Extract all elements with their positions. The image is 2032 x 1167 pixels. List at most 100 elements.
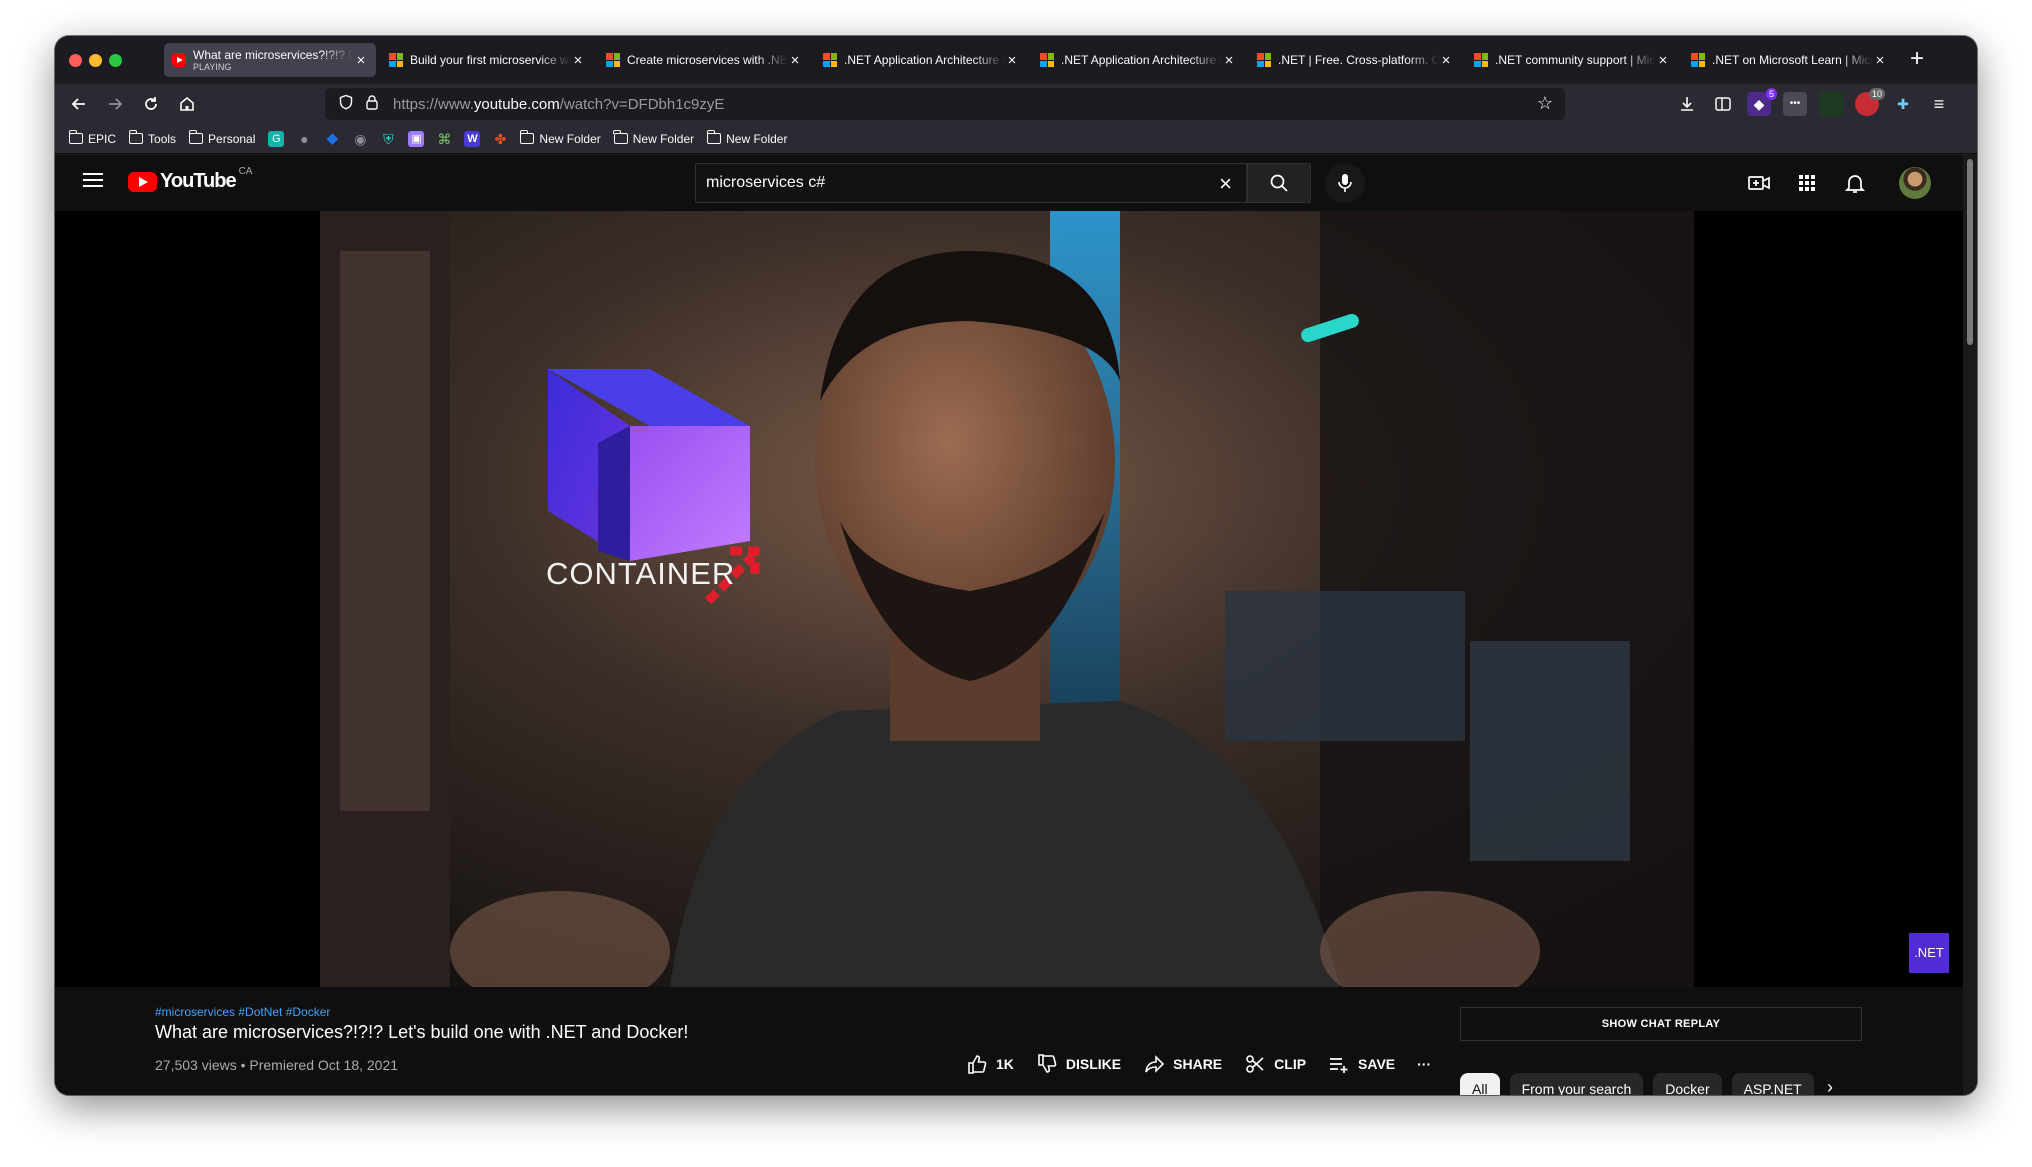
scrollbar-thumb[interactable] [1967, 159, 1973, 345]
clear-search-icon[interactable]: × [1219, 171, 1232, 197]
tab-strip: What are microservices?!?!? Let's build … [55, 36, 1977, 84]
voice-search-button[interactable] [1325, 163, 1365, 203]
video-views-date: 27,503 views • Premiered Oct 18, 2021 [155, 1057, 399, 1073]
notifications-bell-icon[interactable] [1843, 171, 1867, 195]
tab-build-microservice[interactable]: Build your first microservice with .NET … [381, 43, 593, 77]
window-minimize-button[interactable] [89, 54, 102, 67]
sidebar-icon[interactable] [1711, 92, 1735, 116]
bookmark-folder-new-2[interactable]: New Folder [613, 130, 694, 146]
reload-button[interactable] [137, 90, 165, 118]
video-hashtags[interactable]: #microservices #DotNet #Docker [155, 1005, 330, 1019]
folder-icon [68, 130, 83, 144]
dotnet-channel-watermark[interactable]: .NET [1909, 933, 1949, 973]
thumbs-up-icon [968, 1055, 987, 1074]
tab-title: .NET Application Architecture Guides [844, 53, 1005, 67]
bookmark-folder-new-1[interactable]: New Folder [519, 130, 601, 146]
back-button[interactable] [65, 90, 93, 118]
bookmark-folder-epic[interactable]: EPIC [68, 130, 116, 146]
home-button[interactable] [173, 90, 201, 118]
like-button[interactable]: 1K [966, 1053, 1014, 1075]
url-text[interactable]: https://www.youtube.com/watch?v=DFDbh1c9… [393, 96, 724, 113]
navigation-toolbar: https://www.youtube.com/watch?v=DFDbh1c9… [55, 84, 1977, 124]
tab-title: .NET community support | Microsoft [1495, 53, 1656, 67]
ellipsis-extension-icon[interactable]: ••• [1783, 92, 1807, 116]
home-icon [180, 96, 194, 111]
bookmark-figma-icon[interactable]: ✤ [492, 131, 508, 147]
more-actions-button[interactable]: ··· [1417, 1056, 1431, 1072]
adblock-extension-icon[interactable]: 10 [1855, 88, 1885, 116]
tracking-protection-shield-icon[interactable] [335, 94, 357, 114]
tab-manager-extension-icon[interactable]: ◆ 5 [1747, 88, 1777, 116]
youtube-logo[interactable]: YouTube CA [128, 166, 252, 193]
chip-aspnet[interactable]: ASP.NET [1731, 1073, 1814, 1095]
show-chat-replay-button[interactable]: SHOW CHAT REPLAY [1460, 1007, 1862, 1041]
bookmark-purple-icon[interactable]: ▣ [408, 130, 425, 147]
window-maximize-button[interactable] [109, 54, 122, 67]
tab-create-microservices[interactable]: Create microservices with .NET × [598, 43, 810, 77]
downloads-icon[interactable] [1675, 92, 1699, 116]
search-box[interactable]: × [695, 163, 1247, 203]
video-overlay-container-text: CONTAINER [546, 556, 736, 591]
window-close-button[interactable] [69, 54, 82, 67]
chip-from-your-search[interactable]: From your search [1509, 1073, 1644, 1095]
search-button[interactable] [1247, 163, 1311, 203]
bookmark-folder-tools[interactable]: Tools [128, 130, 176, 146]
search-input[interactable] [706, 174, 1186, 192]
tab-dotnet-free[interactable]: .NET | Free. Cross-platform. Open Source… [1249, 43, 1461, 77]
video-actions: 1K DISLIKE SHARE CLIP SAVE ··· [966, 1053, 1453, 1075]
bookmark-folder-new-3[interactable]: New Folder [706, 130, 787, 146]
bookmark-apple-icon[interactable]: ● [296, 131, 312, 147]
tab-community-support[interactable]: .NET community support | Microsoft × [1466, 43, 1678, 77]
tab-close-icon[interactable]: × [1005, 52, 1019, 69]
page-scrollbar[interactable] [1963, 155, 1977, 1095]
thumbs-down-icon [1038, 1054, 1057, 1073]
chip-all[interactable]: All [1460, 1073, 1500, 1095]
tab-close-icon[interactable]: × [354, 52, 368, 69]
green-extension-icon[interactable] [1819, 92, 1843, 116]
bookmark-star-icon[interactable]: ☆ [1537, 93, 1553, 114]
chip-docker[interactable]: Docker [1653, 1073, 1722, 1095]
bookmark-teal-icon[interactable]: G [268, 130, 285, 147]
bookmark-blue-diamond-icon[interactable]: ◆ [324, 130, 340, 147]
youtube-favicon-icon [172, 53, 186, 67]
bookmark-shield-icon[interactable]: ⛨ [380, 131, 396, 147]
create-video-icon[interactable] [1747, 171, 1771, 195]
forward-button[interactable] [101, 90, 129, 118]
share-button[interactable]: SHARE [1143, 1053, 1222, 1075]
related-filter-chips: All From your search Docker ASP.NET [1460, 1073, 1824, 1095]
bookmark-github-icon[interactable]: ◉ [352, 131, 368, 147]
account-avatar[interactable] [1899, 167, 1931, 199]
youtube-page: YouTube CA × [55, 155, 1963, 1095]
tab-close-icon[interactable]: × [571, 52, 585, 69]
microsoft-favicon-icon [1474, 53, 1488, 67]
url-bar[interactable]: https://www.youtube.com/watch?v=DFDbh1c9… [325, 88, 1565, 120]
scissors-icon [1246, 1055, 1264, 1073]
tab-microsoft-learn[interactable]: .NET on Microsoft Learn | Microsoft × [1683, 43, 1895, 77]
apps-grid-icon[interactable] [1795, 171, 1819, 195]
tab-architecture-1[interactable]: .NET Application Architecture Guides × [815, 43, 1027, 77]
app-menu-icon[interactable]: ≡ [1927, 92, 1951, 116]
new-tab-button[interactable]: + [1903, 46, 1931, 74]
dislike-button[interactable]: DISLIKE [1036, 1053, 1121, 1075]
tab-close-icon[interactable]: × [1656, 52, 1670, 69]
bookmark-folder-personal[interactable]: Personal [188, 130, 255, 146]
add-to-playlist-icon [1330, 1058, 1348, 1073]
microsoft-favicon-icon [1257, 53, 1271, 67]
tab-close-icon[interactable]: × [1439, 52, 1453, 69]
tab-youtube[interactable]: What are microservices?!?!? Let's build … [164, 43, 376, 77]
tab-architecture-2[interactable]: .NET Application Architecture Guides × [1032, 43, 1244, 77]
save-button[interactable]: SAVE [1328, 1053, 1395, 1075]
video-still-image [320, 211, 1694, 987]
tab-close-icon[interactable]: × [788, 52, 802, 69]
chevron-right-icon[interactable]: › [1827, 1077, 1833, 1095]
video-player[interactable]: CONTAINER .NET [55, 211, 1963, 987]
tab-close-icon[interactable]: × [1222, 52, 1236, 69]
guide-menu-icon[interactable] [83, 173, 103, 187]
bookmark-leaf-icon[interactable]: ⌘ [436, 131, 452, 147]
padlock-icon[interactable] [361, 94, 383, 114]
tab-close-icon[interactable]: × [1873, 52, 1887, 69]
microsoft-favicon-icon [389, 53, 403, 67]
bookmark-w-icon[interactable]: W [464, 130, 481, 147]
clip-button[interactable]: CLIP [1244, 1053, 1306, 1075]
puzzle-extension-icon[interactable]: ✚ [1891, 92, 1915, 116]
